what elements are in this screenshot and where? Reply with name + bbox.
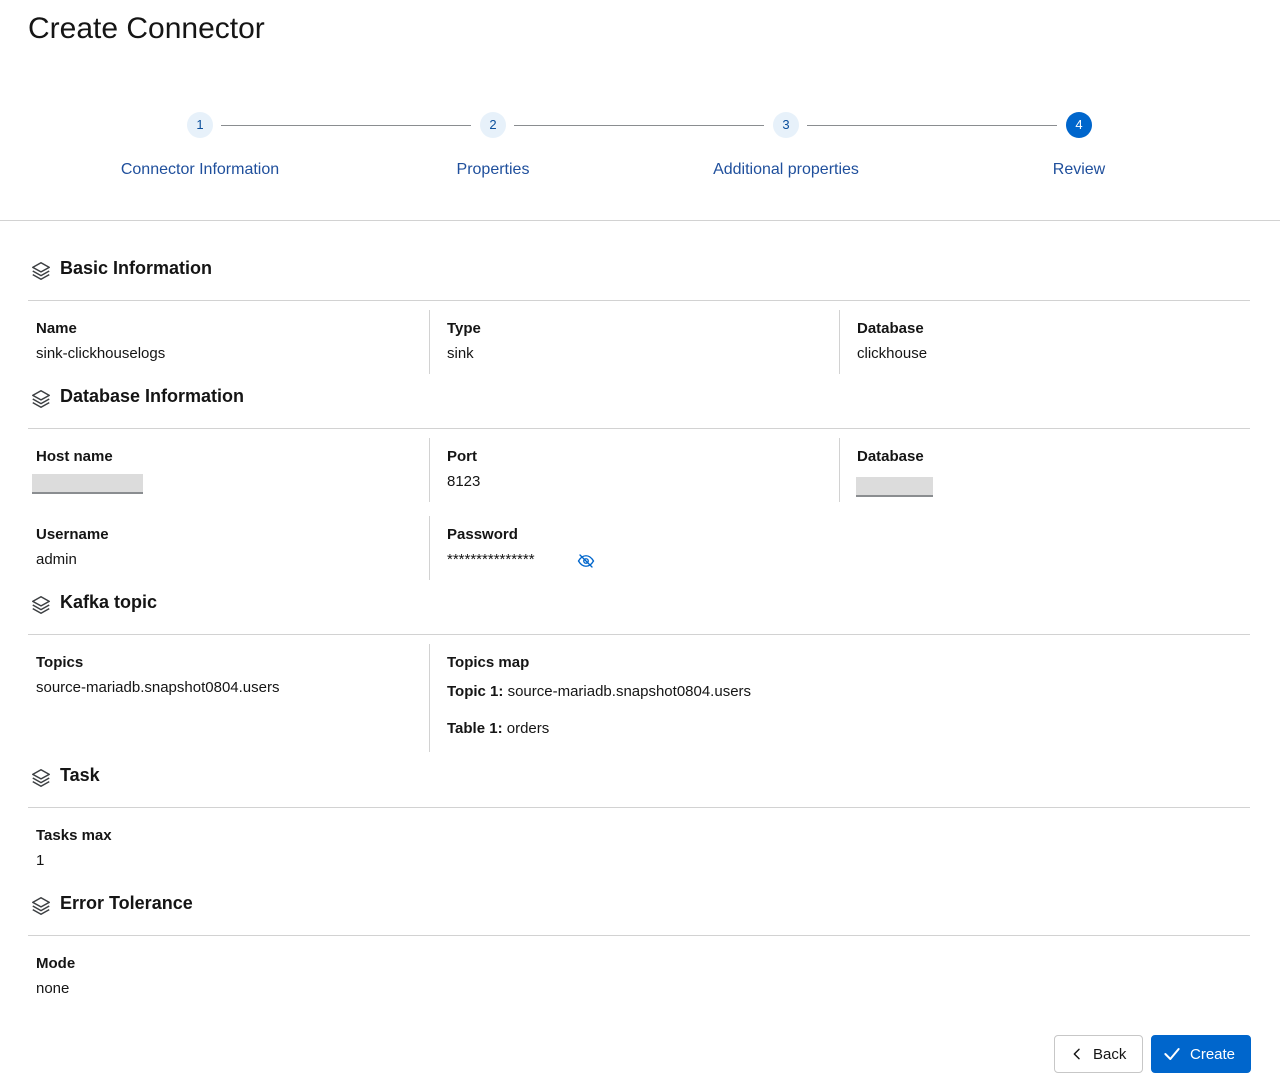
map-key: Table 1: xyxy=(447,720,503,737)
field-host-name: Host name xyxy=(28,438,428,502)
layers-icon xyxy=(32,262,50,280)
step-label: Additional properties xyxy=(713,161,859,178)
section-title: Task xyxy=(60,765,100,785)
field-topics-map: Topics map Topic 1: source-mariadb.snaps… xyxy=(429,644,1250,752)
field-label: Type xyxy=(447,320,481,337)
field-value: sink-clickhouselogs xyxy=(36,345,166,362)
field-topics: Topics source-mariadb.snapshot0804.users xyxy=(28,644,428,752)
step-number: 4 xyxy=(1066,112,1092,138)
section-task: Task xyxy=(28,765,1250,808)
layers-icon xyxy=(32,769,50,787)
field-label: Topics xyxy=(36,654,84,671)
field-tasks-max: Tasks max 1 xyxy=(28,817,428,881)
field-username: Username admin xyxy=(28,516,428,580)
field-value: admin xyxy=(36,551,77,568)
field-database-name: Database xyxy=(839,438,1250,502)
section-title: Error Tolerance xyxy=(60,893,193,913)
section-title: Database Information xyxy=(60,386,245,406)
field-database: Database clickhouse xyxy=(839,310,1250,374)
map-value: orders xyxy=(506,720,550,737)
table-map-row: Table 1: orders xyxy=(447,720,549,737)
step-number: 3 xyxy=(773,112,799,138)
redacted-value xyxy=(32,474,143,494)
topic-map-row: Topic 1: source-mariadb.snapshot0804.use… xyxy=(447,683,751,700)
map-key: Topic 1: xyxy=(447,683,504,700)
field-label: Host name xyxy=(36,448,113,465)
field-value: 8123 xyxy=(447,473,481,490)
step-number: 1 xyxy=(187,112,213,138)
step-connector xyxy=(807,125,1057,126)
field-label: Port xyxy=(447,448,477,465)
map-value: source-mariadb.snapshot0804.users xyxy=(507,683,752,700)
field-password: Password *************** xyxy=(429,516,840,580)
step-label: Connector Information xyxy=(120,161,280,178)
wizard-progress: 1 Connector Information 2 Properties 3 A… xyxy=(0,108,1280,221)
field-port: Port 8123 xyxy=(429,438,840,502)
field-name: Name sink-clickhouselogs xyxy=(28,310,428,374)
check-icon xyxy=(1164,1048,1180,1060)
layers-icon xyxy=(32,596,50,614)
field-label: Mode xyxy=(36,955,76,972)
eye-slash-icon[interactable] xyxy=(577,552,595,570)
field-label: Name xyxy=(36,320,77,337)
step-label: Review xyxy=(1052,161,1106,178)
section-kafka-topic: Kafka topic xyxy=(28,592,1250,635)
field-label: Database xyxy=(857,320,924,337)
field-value: clickhouse xyxy=(857,345,928,362)
create-button-label: Create xyxy=(1190,1045,1236,1063)
field-label: Username xyxy=(36,526,109,543)
step-number: 2 xyxy=(480,112,506,138)
section-error-tolerance: Error Tolerance xyxy=(28,893,1250,936)
layers-icon xyxy=(32,897,50,915)
create-button[interactable]: Create xyxy=(1151,1035,1251,1073)
step-connector xyxy=(514,125,764,126)
redacted-value xyxy=(856,477,933,497)
field-label: Topics map xyxy=(447,654,530,671)
field-mode: Mode none xyxy=(28,945,428,1009)
layers-icon xyxy=(32,390,50,408)
step-connector xyxy=(221,125,471,126)
section-title: Basic Information xyxy=(60,258,213,278)
field-type: Type sink xyxy=(429,310,840,374)
step-label: Properties xyxy=(456,161,530,178)
section-database-information: Database Information xyxy=(28,386,1250,429)
section-title: Kafka topic xyxy=(60,592,158,612)
chevron-left-icon xyxy=(1073,1048,1080,1060)
field-value: *************** xyxy=(447,551,535,568)
field-label: Database xyxy=(857,448,924,465)
field-value: source-mariadb.snapshot0804.users xyxy=(36,679,280,696)
field-label: Tasks max xyxy=(36,827,112,844)
field-value: sink xyxy=(447,345,474,362)
page-title: Create Connector xyxy=(28,12,265,45)
section-basic-information: Basic Information xyxy=(28,258,1250,301)
field-value: none xyxy=(36,980,70,997)
back-button[interactable]: Back xyxy=(1054,1035,1143,1073)
field-label: Password xyxy=(447,526,518,543)
field-value: 1 xyxy=(36,852,45,869)
back-button-label: Back xyxy=(1093,1045,1127,1063)
